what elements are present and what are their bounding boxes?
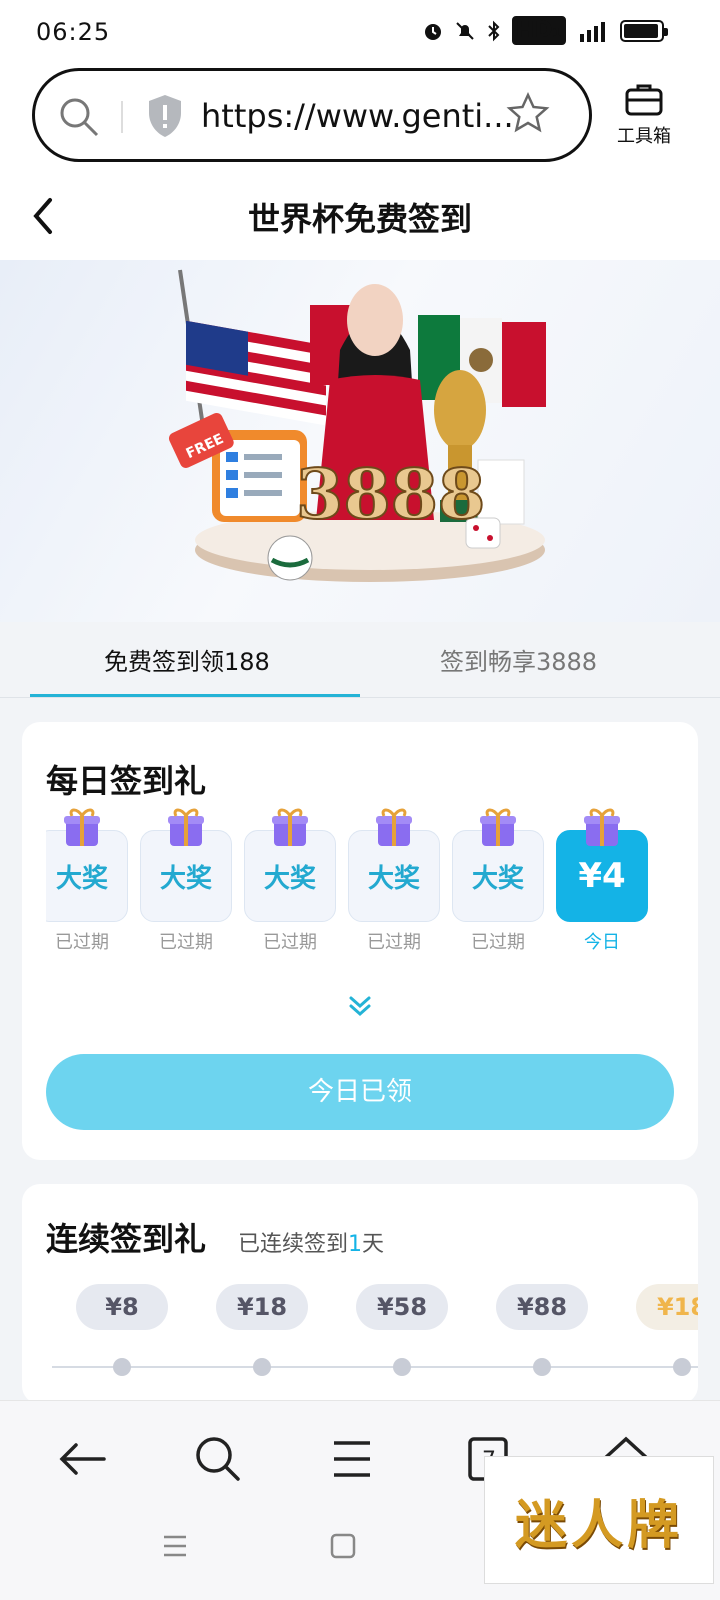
streak-reward-pill[interactable]: ¥18 — [636, 1284, 698, 1330]
day-item[interactable]: 大奖 已过期 — [244, 804, 336, 954]
toolbox-button[interactable]: 工具箱 — [604, 82, 684, 148]
day-value: 大奖 — [263, 863, 316, 894]
day-status: 已过期 — [159, 932, 213, 953]
day-value: 大奖 — [55, 863, 108, 894]
day-item-today[interactable]: ¥4 今日 — [556, 804, 648, 954]
streak-progress-line — [52, 1366, 698, 1368]
gift-icon — [64, 808, 100, 846]
streak-dot — [533, 1358, 551, 1376]
day-status: 已过期 — [263, 932, 317, 953]
streak-status: 已连续签到1天 — [238, 1226, 384, 1258]
streak-count: 1 — [348, 1232, 363, 1257]
streak-dot — [113, 1358, 131, 1376]
banner-amount: 3888 — [296, 455, 485, 535]
page-header: 世界杯免费签到 — [0, 172, 720, 260]
banner-illustration: FREE 3888 — [168, 269, 546, 582]
browser-bar: https://www.genti... 工具箱 — [0, 62, 720, 172]
day-status: 已过期 — [55, 932, 109, 953]
bookmark-star-icon[interactable] — [505, 91, 551, 137]
battery-icon — [620, 19, 668, 42]
tab-checkin-enjoy[interactable]: 签到畅享3888 — [440, 642, 597, 677]
signal-4g-icon — [580, 21, 605, 42]
tab-free-checkin[interactable]: 免费签到领188 — [104, 642, 270, 677]
back-icon[interactable] — [52, 1429, 112, 1489]
streak-suffix: 天 — [362, 1232, 385, 1257]
streak-reward-pill[interactable]: ¥88 — [496, 1284, 588, 1330]
daily-reward-list: 大奖 已过期 大奖 已过期 大奖 已过期 大奖 已过期 大奖 已过期 ¥4 今日 — [46, 804, 682, 954]
streak-prefix: 已连续签到 — [238, 1232, 349, 1257]
address-divider — [121, 101, 123, 133]
streak-reward-pill[interactable]: ¥8 — [76, 1284, 168, 1330]
gift-icon — [480, 808, 516, 846]
shield-warning-icon[interactable] — [145, 93, 185, 139]
day-status: 今日 — [584, 932, 620, 953]
streak-reward-track: ¥8 ¥18 ¥58 ¥88 ¥18 — [22, 1284, 698, 1394]
bluetooth-icon — [487, 20, 500, 41]
usa-flag — [186, 320, 326, 426]
day-item[interactable]: 大奖 已过期 — [140, 804, 232, 954]
streak-dot — [253, 1358, 271, 1376]
gift-icon — [168, 808, 204, 846]
toolbox-icon — [625, 84, 663, 116]
status-bar: 06:25 HD₁ — [0, 0, 720, 62]
menu-icon[interactable] — [322, 1429, 382, 1489]
claim-today-button[interactable]: 今日已领 — [46, 1054, 674, 1130]
day-item[interactable]: 大奖 已过期 — [452, 804, 544, 954]
page-title: 世界杯免费签到 — [247, 200, 472, 238]
bell-muted-icon — [455, 21, 474, 40]
streak-reward-pill[interactable]: ¥18 — [216, 1284, 308, 1330]
streak-card: 连续签到礼 已连续签到1天 ¥8 ¥18 ¥58 ¥88 ¥18 — [22, 1184, 698, 1404]
day-status: 已过期 — [367, 932, 421, 953]
tab-active-indicator — [30, 694, 360, 697]
system-home-icon[interactable] — [328, 1531, 358, 1561]
promo-banner[interactable]: FREE 3888 — [0, 260, 720, 622]
daily-checkin-card: 每日签到礼 大奖 已过期 大奖 已过期 大奖 已过期 大奖 已过期 大奖 已过期 — [22, 722, 698, 1160]
search-icon[interactable] — [188, 1429, 248, 1489]
day-value: ¥4 — [578, 856, 626, 896]
status-icons: HD₁ — [422, 16, 668, 45]
day-item[interactable]: 大奖 已过期 — [348, 804, 440, 954]
toolbox-label: 工具箱 — [617, 126, 671, 147]
streak-title: 连续签到礼 — [46, 1220, 207, 1258]
day-value: 大奖 — [471, 863, 524, 894]
daily-checkin-title: 每日签到礼 — [46, 762, 207, 800]
system-menu-icon[interactable] — [160, 1531, 190, 1561]
address-bar[interactable]: https://www.genti... — [32, 68, 592, 162]
gift-icon — [272, 808, 308, 846]
day-item[interactable]: 大奖 已过期 — [46, 804, 128, 954]
expand-chevron-icon[interactable] — [348, 994, 372, 1018]
day-value: 大奖 — [159, 863, 212, 894]
hd-icon: HD₁ — [511, 16, 566, 45]
gift-icon — [584, 808, 620, 846]
watermark-logo: 迷人牌 — [484, 1456, 714, 1584]
streak-dot — [393, 1358, 411, 1376]
day-value: 大奖 — [367, 863, 420, 894]
search-icon[interactable] — [57, 95, 101, 139]
alarm-icon — [424, 23, 441, 40]
watermark-text: 迷人牌 — [514, 1494, 683, 1556]
url-text[interactable]: https://www.genti... — [201, 97, 511, 135]
tab-bar: 免费签到领188 签到畅享3888 — [0, 622, 720, 698]
streak-dot — [673, 1358, 691, 1376]
day-status: 已过期 — [471, 932, 525, 953]
status-time: 06:25 — [36, 18, 111, 46]
gift-icon — [376, 808, 412, 846]
streak-reward-pill[interactable]: ¥58 — [356, 1284, 448, 1330]
